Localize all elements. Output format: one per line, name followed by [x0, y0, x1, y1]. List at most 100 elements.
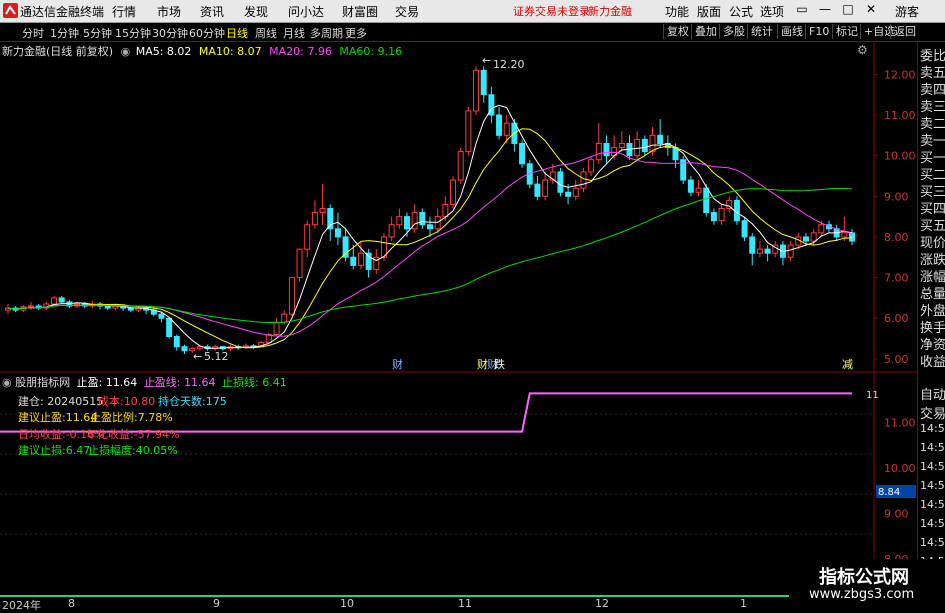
date-tick: 2024年	[2, 599, 41, 612]
ma10-value: MA10: 8.07	[198, 45, 262, 58]
auto-trade-label[interactable]: 自动	[920, 384, 945, 403]
auto-trade-label[interactable]: 交易	[920, 403, 945, 422]
guest-label[interactable]: 游客	[895, 3, 919, 20]
candle-up	[311, 212, 318, 226]
menu-wealth[interactable]: 财富圈	[342, 3, 378, 20]
candle-up	[756, 248, 763, 254]
indicator-axis-label: 9.00	[884, 508, 909, 521]
price-axis-label: 8.00	[884, 231, 909, 244]
maximize-icon[interactable]: □	[838, 2, 858, 20]
candle-up	[580, 171, 587, 189]
low-arrow-icon: ←	[193, 350, 202, 363]
candle-up	[695, 187, 702, 193]
candle-up	[281, 313, 288, 323]
tool-back[interactable]: 返回	[890, 24, 919, 39]
period-15min[interactable]: 15分钟	[115, 25, 151, 41]
tool-multi-stock[interactable]: 多股	[719, 24, 748, 39]
ma20-line	[7, 151, 853, 337]
candle-up	[787, 244, 794, 258]
candle-down	[104, 305, 111, 309]
app-logo-icon	[3, 3, 18, 18]
candle-down	[166, 317, 173, 338]
period-monthly[interactable]: 月线	[283, 25, 305, 41]
tool-mark[interactable]: 标记	[832, 24, 861, 39]
candle-up	[542, 179, 549, 197]
candle-down	[496, 114, 503, 136]
candle-down	[741, 220, 748, 238]
indicator-settings-icon[interactable]: ◉	[2, 376, 12, 389]
candle-up	[595, 142, 602, 161]
candle-up	[810, 232, 817, 242]
candle-down	[181, 346, 188, 352]
window-menu-icon[interactable]: ▭	[792, 2, 812, 20]
period-timeshare[interactable]: 分时	[22, 25, 44, 41]
watermark-title: 指标公式网	[819, 567, 909, 588]
period-5min[interactable]: 5分钟	[83, 25, 112, 41]
ma-settings-icon[interactable]: ◉	[121, 45, 131, 58]
period-60min[interactable]: 60分钟	[189, 25, 225, 41]
menu-news[interactable]: 资讯	[200, 3, 224, 20]
candle-down	[173, 336, 180, 348]
menu-markets[interactable]: 市场	[157, 3, 181, 20]
period-daily[interactable]: 日线	[226, 25, 248, 41]
hold-days: 持仓天数:175	[158, 395, 227, 408]
price-axis-label: 11.00	[884, 109, 916, 122]
candle-up	[465, 110, 472, 153]
tool-stats[interactable]: 统计	[747, 24, 776, 39]
indicator-name[interactable]: 股朋指标网	[15, 376, 70, 389]
candle-up	[457, 151, 464, 181]
candle-up	[588, 159, 595, 173]
settings-gear-icon[interactable]: ⚙	[857, 43, 868, 57]
period-multi[interactable]: 多周期	[310, 25, 343, 41]
price-axis-label: 12.00	[884, 68, 916, 81]
menu-function[interactable]: 功能	[665, 3, 689, 20]
candles	[5, 66, 855, 354]
price-axis-label: 10.00	[884, 150, 916, 163]
close-icon[interactable]: ✕	[861, 2, 881, 20]
event-label-extra: 跌	[494, 357, 505, 371]
candle-down	[350, 256, 357, 266]
profit-ratio: 止盈比例:7.78%	[90, 411, 173, 424]
watermark: 指标公式网 www.zbgs3.com	[789, 559, 945, 609]
candle-down	[127, 307, 134, 311]
date-tick: 10	[340, 597, 354, 610]
tool-draw[interactable]: 画线	[777, 24, 806, 39]
tool-f10[interactable]: F10	[805, 24, 832, 39]
high-price-label: 12.20	[493, 58, 525, 71]
candle-up	[503, 122, 510, 136]
menu-formula[interactable]: 公式	[729, 3, 753, 20]
ma60-line	[7, 188, 853, 324]
period-1min[interactable]: 1分钟	[50, 25, 79, 41]
menu-discover[interactable]: 发现	[244, 3, 268, 20]
title-bar: 通达信金融终端 行情 市场 资讯 发现 问小达 财富圈 交易 证券交易未登录 新…	[0, 0, 945, 23]
trade-time: 14:56	[920, 498, 945, 511]
price-axis-label: 7.00	[884, 272, 909, 285]
menu-ask[interactable]: 问小达	[288, 3, 324, 20]
kline-chart[interactable]: 12.00 11.00 10.00 9.00 8.00 7.00 6.00 5.00 11.0…	[0, 42, 917, 595]
menu-options[interactable]: 选项	[760, 3, 784, 20]
build-date: 建仓: 20240515	[18, 395, 104, 408]
candle-up	[28, 305, 35, 308]
login-notice[interactable]: 证券交易未登录	[513, 3, 590, 19]
indicator-axis-label: 10.00	[884, 462, 916, 475]
candle-down	[657, 134, 664, 144]
period-30min[interactable]: 30分钟	[152, 25, 188, 41]
loss-range: 止损幅度:40.05%	[88, 444, 178, 457]
price-axis: 12.00 11.00 10.00 9.00 8.00 7.00 6.00 5.00	[874, 68, 916, 366]
menu-layout[interactable]: 版面	[697, 3, 721, 20]
candle-down	[427, 224, 433, 230]
menu-market[interactable]: 行情	[112, 3, 136, 20]
watermark-url: www.zbgs3.com	[809, 587, 915, 602]
candle-down	[687, 179, 694, 193]
price-axis-label: 9.00	[884, 190, 909, 203]
menu-trade[interactable]: 交易	[395, 3, 419, 20]
trade-time: 14:56	[920, 517, 945, 530]
period-weekly[interactable]: 周线	[255, 25, 277, 41]
stop-profit-line: 止盈线: 11.64	[143, 376, 216, 389]
period-more[interactable]: 更多	[345, 25, 367, 41]
tool-adjust[interactable]: 复权	[663, 24, 692, 39]
minimize-icon[interactable]: —	[815, 2, 835, 20]
tool-overlay[interactable]: 叠加	[691, 24, 720, 39]
candle-down	[403, 216, 410, 230]
candle-up	[319, 208, 326, 214]
